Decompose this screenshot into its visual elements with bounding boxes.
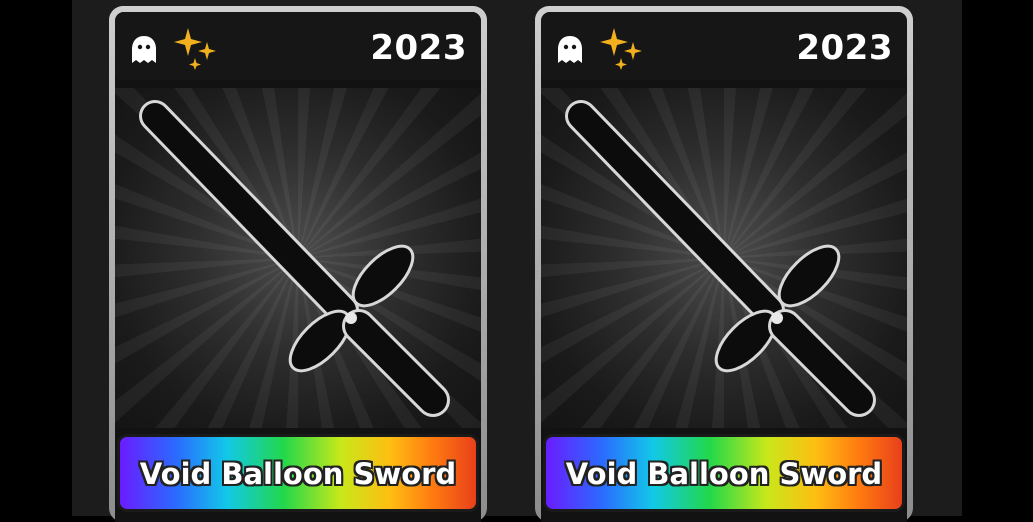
item-artwork bbox=[541, 88, 907, 428]
item-artwork bbox=[115, 88, 481, 428]
item-card[interactable]: 2023 Void Balloon Sword bbox=[535, 6, 913, 522]
year-label: 2023 bbox=[796, 28, 893, 68]
sparkles-icon bbox=[600, 28, 642, 70]
card-header: 2023 bbox=[115, 12, 481, 80]
ghost-icon bbox=[132, 36, 156, 63]
year-label: 2023 bbox=[370, 28, 467, 68]
item-name-banner: Void Balloon Sword bbox=[543, 434, 905, 512]
card-body: 2023 Void Balloon Sword bbox=[115, 12, 481, 522]
item-card[interactable]: 2023 Void Balloon Sword bbox=[109, 6, 487, 522]
item-name-banner: Void Balloon Sword bbox=[117, 434, 479, 512]
balloon-sword-icon bbox=[565, 100, 876, 417]
card-header: 2023 bbox=[541, 12, 907, 80]
balloon-sword-icon bbox=[139, 100, 450, 417]
item-name: Void Balloon Sword bbox=[565, 457, 883, 491]
sparkles-icon bbox=[174, 28, 216, 70]
ghost-icon bbox=[558, 36, 582, 63]
card-body: 2023 Void Balloon Sword bbox=[541, 12, 907, 522]
item-name: Void Balloon Sword bbox=[139, 457, 457, 491]
